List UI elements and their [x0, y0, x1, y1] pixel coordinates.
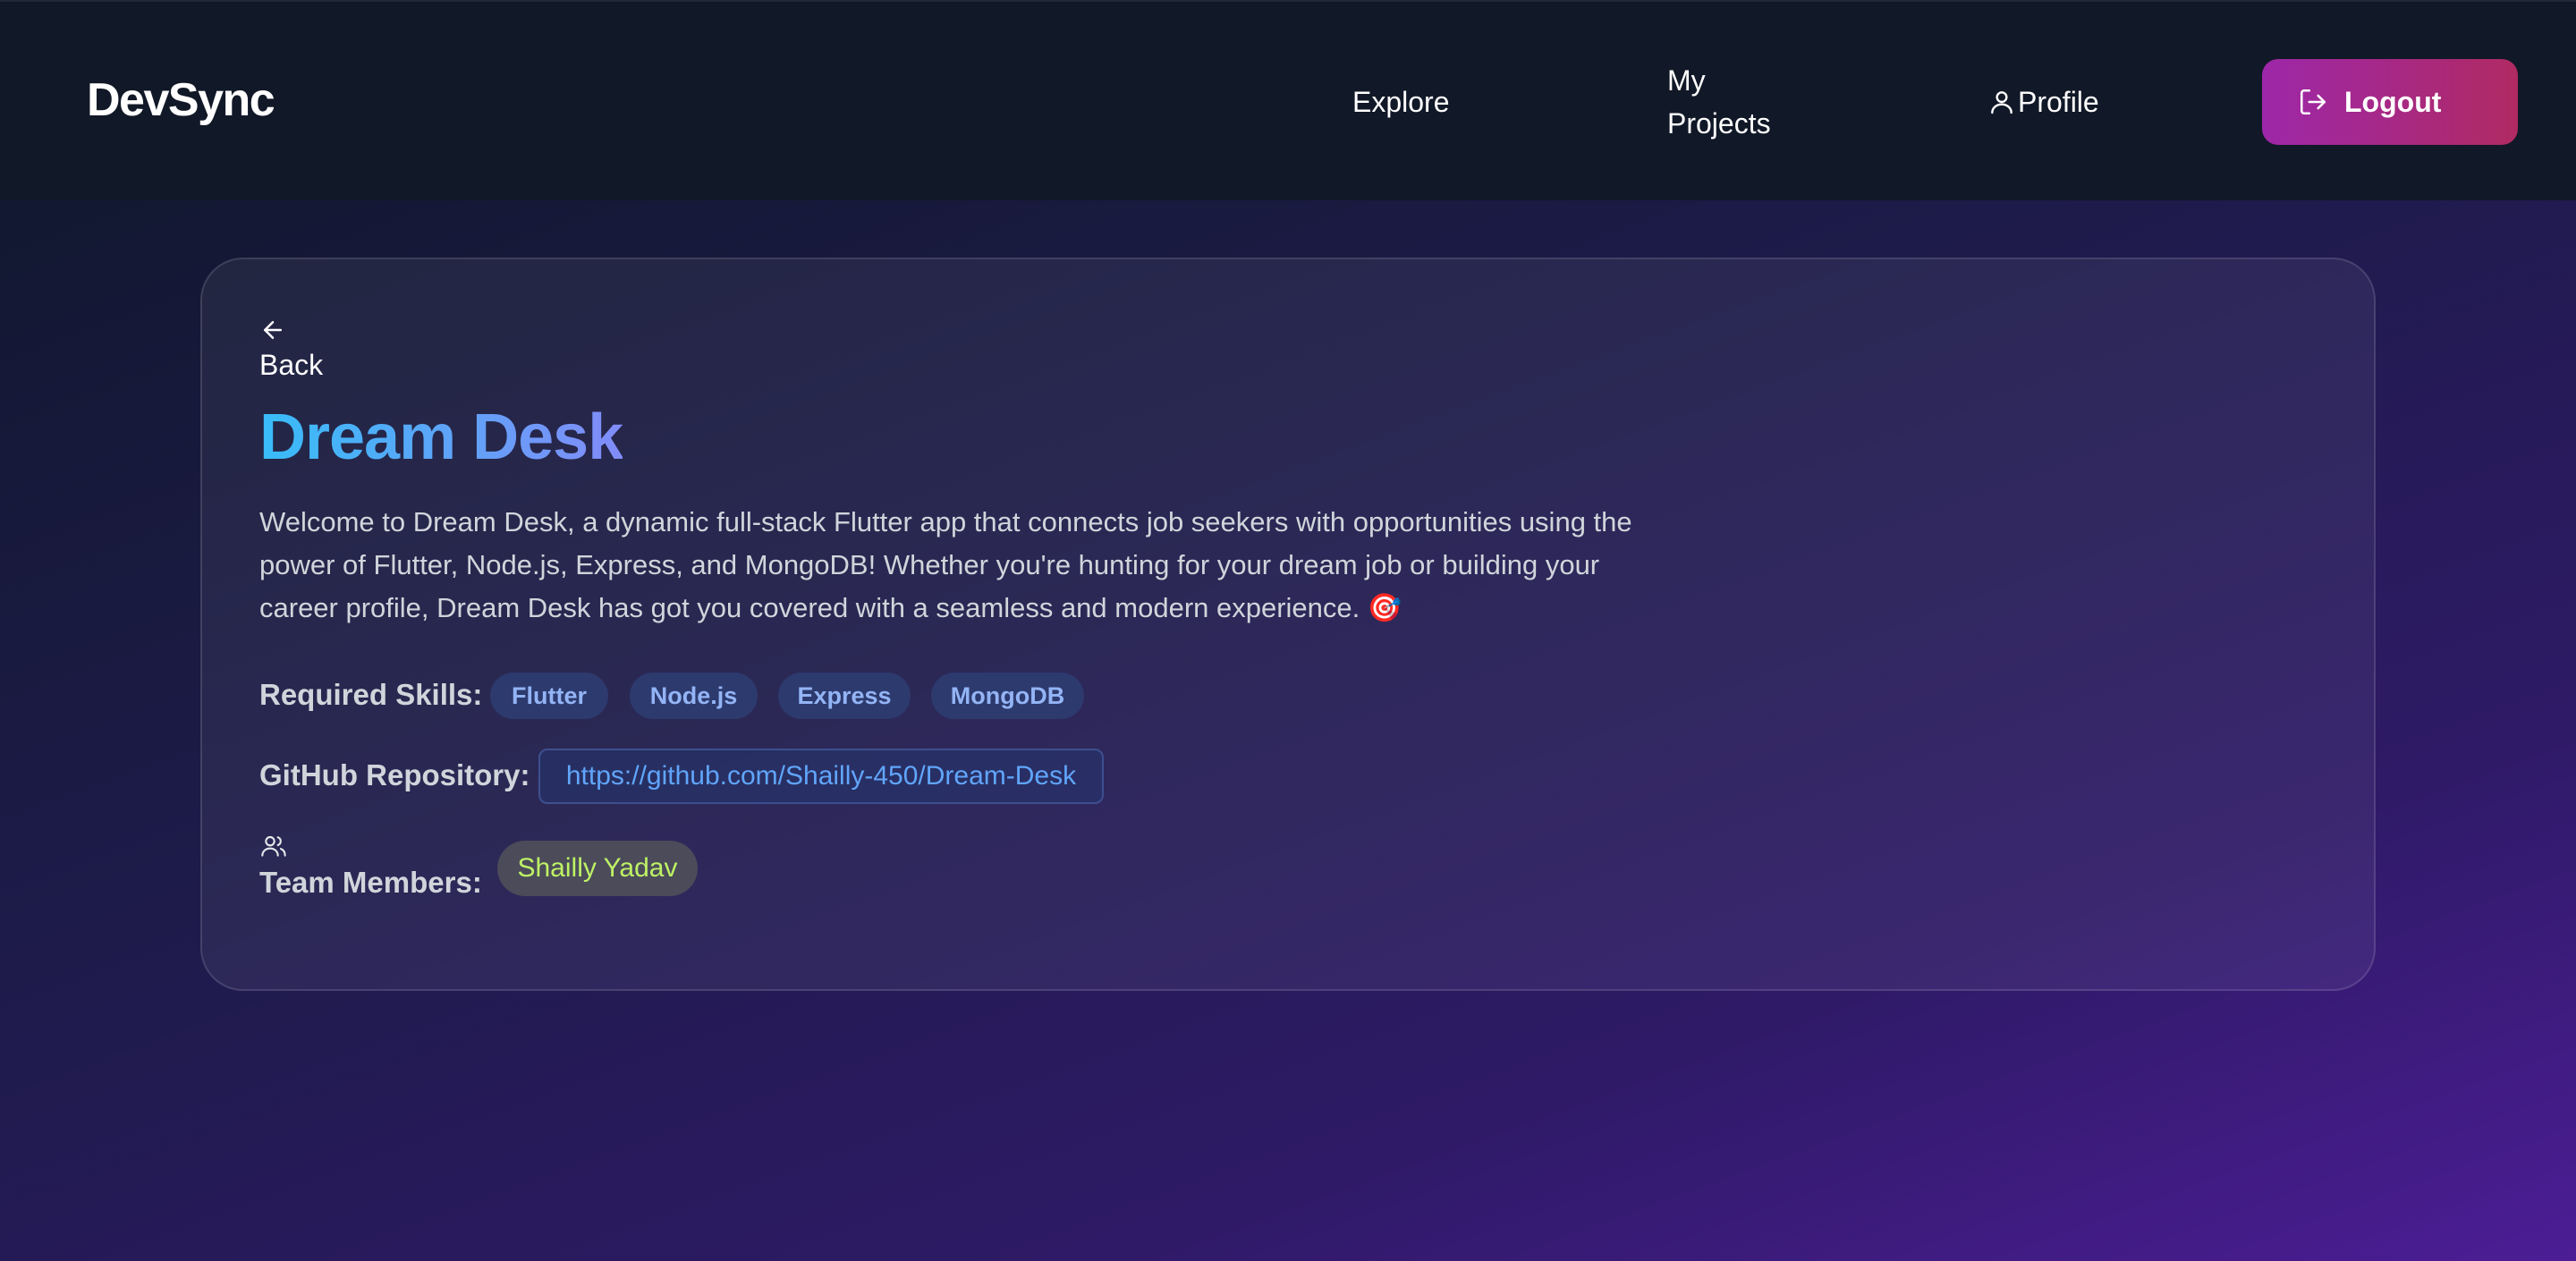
users-icon [261, 835, 286, 857]
nav-explore-link[interactable]: Explore [1352, 80, 1450, 123]
team-member-pill: Shailly Yadav [497, 841, 698, 896]
user-icon [1991, 91, 2012, 114]
skill-tag: Node.js [630, 673, 758, 719]
logout-icon [2300, 89, 2326, 115]
logout-button[interactable]: Logout [2262, 59, 2518, 145]
skill-tag: MongoDB [931, 673, 1084, 719]
nav-profile-label: Profile [2018, 86, 2099, 118]
arrow-left-icon [264, 321, 282, 339]
github-repository-label: GitHub Repository: [259, 758, 530, 791]
top-navbar: DevSync Explore My Projects Profile Logo… [0, 0, 2576, 200]
back-label: Back [259, 349, 324, 381]
required-skills-label: Required Skills: [259, 678, 483, 711]
project-title: Dream Desk [259, 399, 623, 476]
github-repository-link[interactable]: https://github.com/Shailly-450/Dream-Des… [538, 749, 1104, 804]
skill-tag: Flutter [490, 673, 608, 719]
back-button[interactable]: Back [259, 317, 323, 382]
nav-my-projects-link[interactable]: My Projects [1667, 59, 1792, 145]
team-members-label: Team Members: [259, 866, 482, 899]
logout-label: Logout [2344, 85, 2442, 118]
brand-logo[interactable]: DevSync [87, 73, 275, 127]
project-description: Welcome to Dream Desk, a dynamic full-st… [259, 506, 1632, 623]
skill-tag: Express [778, 673, 911, 719]
nav-profile-link[interactable]: Profile [1987, 80, 2099, 123]
